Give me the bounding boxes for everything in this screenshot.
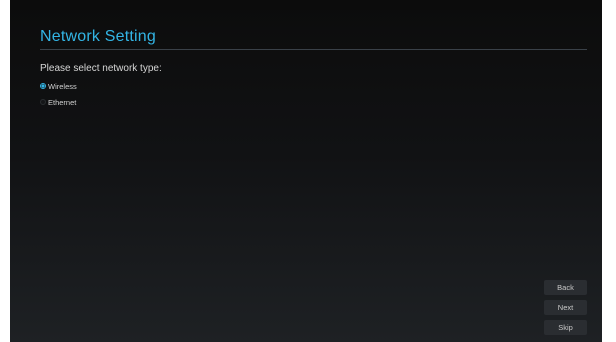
skip-button[interactable]: Skip [544, 320, 587, 335]
next-button[interactable]: Next [544, 300, 587, 315]
network-option-wireless[interactable]: Wireless [40, 80, 77, 92]
radio-checked-icon[interactable] [40, 83, 46, 89]
network-option-label: Ethernet [48, 97, 77, 107]
network-option-label: Wireless [48, 81, 77, 91]
page-title: Network Setting [40, 28, 156, 45]
network-option-ethernet[interactable]: Ethernet [40, 96, 76, 108]
network-type-prompt: Please select network type: [40, 63, 162, 74]
back-button[interactable]: Back [544, 280, 587, 295]
setup-screen: Network Setting Please select network ty… [10, 0, 602, 342]
radio-unchecked-icon[interactable] [40, 99, 46, 105]
title-divider [40, 49, 587, 50]
